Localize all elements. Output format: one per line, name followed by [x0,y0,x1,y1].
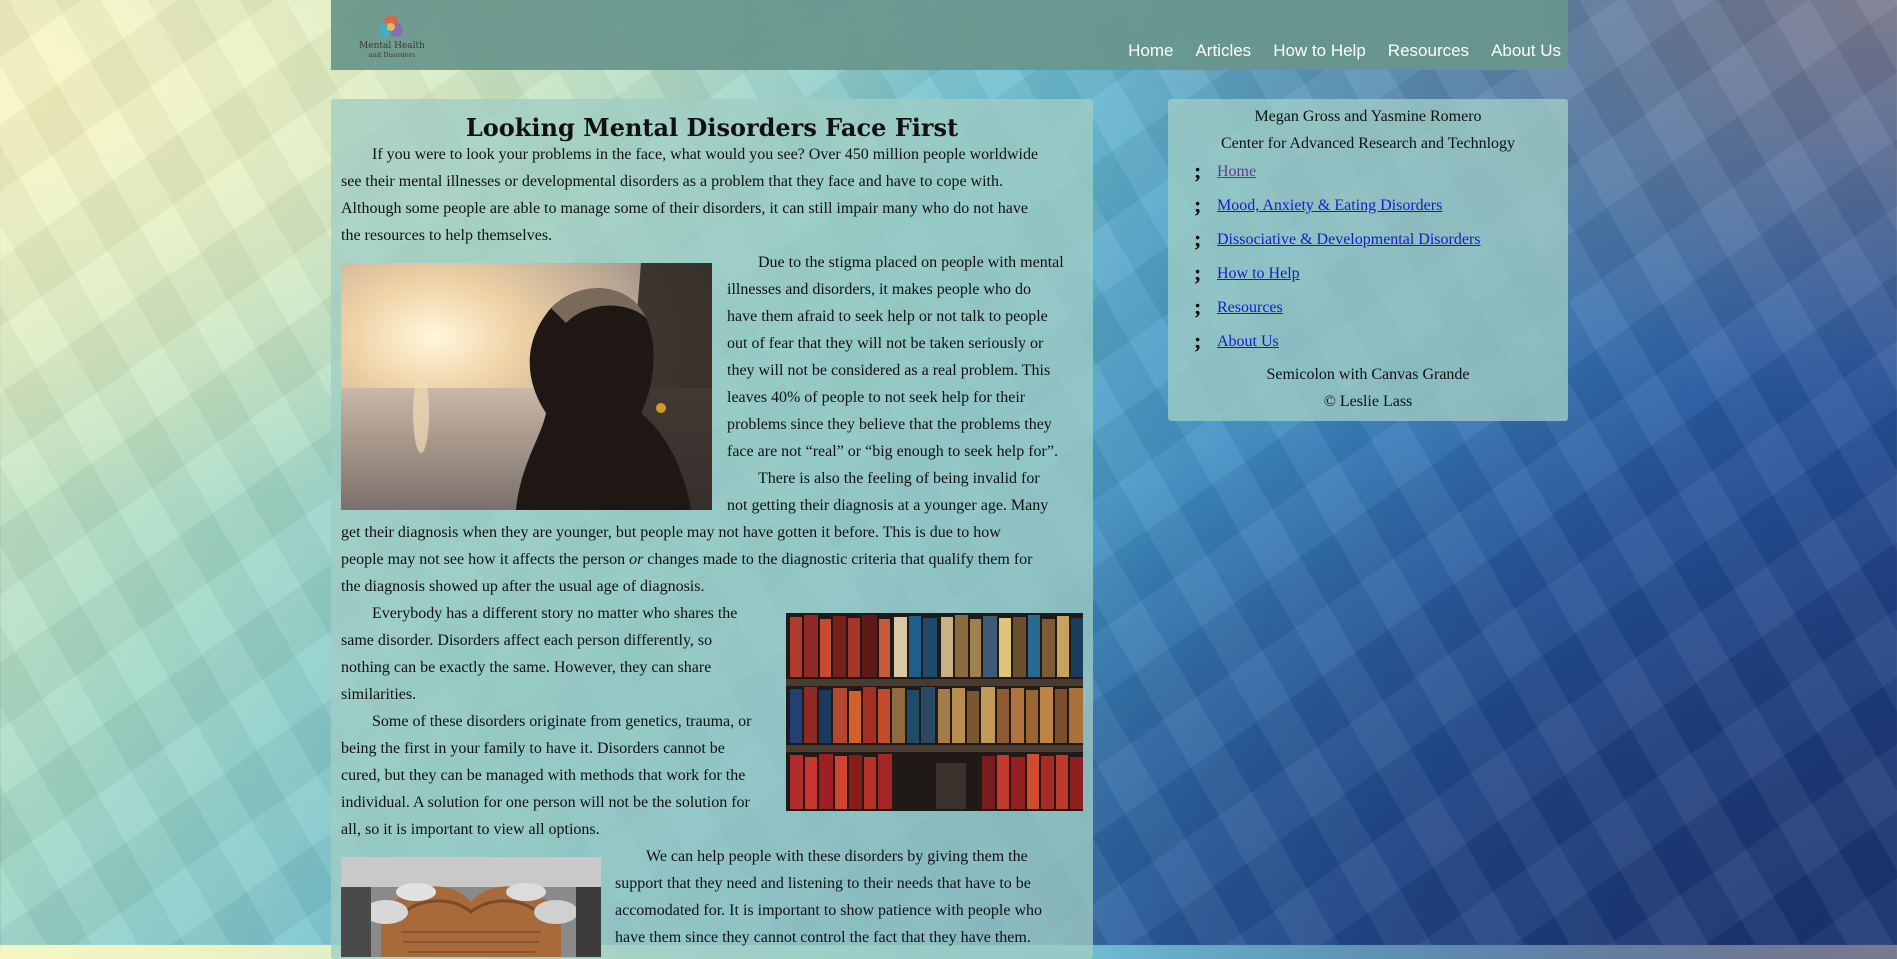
paragraph-line: they will not be considered as a real pr… [727,362,1051,379]
article-paragraph-6: We can help people with these disorders … [615,843,1091,951]
nav-about-us[interactable]: About Us [1491,40,1561,62]
paragraph-line: There is also the feeling of being inval… [758,470,1040,487]
sidebar-center-name: Center for Advanced Research and Technlo… [1220,135,1516,152]
paragraph-line: out of fear that they will not be taken … [727,335,1044,352]
paragraph-line: not getting their diagnosis at a younger… [727,497,1049,514]
article-paragraph-3: get their diagnosis when they are younge… [341,519,1091,600]
paragraph-line: Due to the stigma placed on people with … [758,254,1064,271]
paragraph-line: have them since they cannot control the … [615,929,1031,946]
paragraph-line: Some of these disorders originate from g… [372,713,752,730]
logo-subtitle: and Disorders [368,51,416,59]
paragraph-line: Everybody has a different story no matte… [372,605,738,622]
semicolon-bullet-icon: ; [1194,260,1202,285]
paragraph-line: leaves 40% of people to not seek help fo… [727,389,1026,406]
article-paragraph-5: Some of these disorders originate from g… [341,708,781,843]
sidebar-copyright: © Leslie Lass [1323,393,1413,410]
paragraph-line: have them afraid to seek help or not tal… [727,308,1048,325]
article-paragraph-4: Everybody has a different story no matte… [341,600,781,708]
hands-heart-image [341,857,601,957]
sidebar-credit: Semicolon with Canvas Grande [1266,366,1470,383]
top-nav: Home Articles How to Help Resources Abou… [1128,40,1568,62]
semicolon-bullet-icon: ; [1194,294,1202,319]
semicolon-bullet-icon: ; [1194,226,1202,251]
article-panel: Looking Mental Disorders Face First If y… [331,99,1093,959]
paragraph-line: same disorder. Disorders affect each per… [341,632,713,649]
article-paragraph-1: If you were to look your problems in the… [341,141,1091,249]
semicolon-bullet-icon: ; [1194,192,1202,217]
woman-sunset-image [341,263,712,510]
paragraph-line: support that they need and listening to … [615,875,1031,892]
paragraph-line: being the first in your family to have i… [341,740,725,757]
bookshelf-image [786,613,1083,811]
sidebar-link-dissociative-developmental[interactable]: Dissociative & Developmental Disorders [1217,230,1481,250]
paragraph-line: nothing can be exactly the same. However… [341,659,712,676]
site-header: Mental Health and Disorders Home Article… [331,0,1568,70]
paragraph-line: If you were to look your problems in the… [372,146,1039,163]
paragraph-line: Although some people are able to manage … [341,200,1028,217]
semicolon-bullet-icon: ; [1194,328,1202,353]
logo-title: Mental Health [359,41,425,51]
paragraph-line: illnesses and disorders, it makes people… [727,281,1031,298]
paragraph-line: the resources to help themselves. [341,227,553,244]
sidebar-authors: Megan Gross and Yasmine Romero [1254,108,1482,125]
article-title: Looking Mental Disorders Face First [465,113,959,142]
site-logo[interactable]: Mental Health and Disorders [357,12,427,64]
paragraph-line: individual. A solution for one person wi… [341,794,750,811]
paragraph-line: see their mental illnesses or developmen… [341,173,1003,190]
nav-home[interactable]: Home [1128,40,1173,62]
nav-resources[interactable]: Resources [1388,40,1469,62]
paragraph-line: similarities. [341,686,417,703]
paragraph-line: the diagnosis showed up after the usual … [341,578,705,595]
sidebar-link-about-us[interactable]: About Us [1217,332,1279,352]
sidebar-link-resources[interactable]: Resources [1217,298,1283,318]
paragraph-line: people may not see how it affects the pe… [341,551,626,568]
logo-mark-icon [379,15,403,37]
paragraph-line: face are not “real” or “big enough to se… [727,443,1058,460]
article-paragraph-2: Due to the stigma placed on people with … [727,249,1087,465]
nav-how-to-help[interactable]: How to Help [1273,40,1366,62]
paragraph-line: We can help people with these disorders … [646,848,1028,865]
paragraph-line: all, so it is important to view all opti… [341,821,600,838]
paragraph-line: cured, but they can be managed with meth… [341,767,746,784]
nav-articles[interactable]: Articles [1195,40,1251,62]
sidebar-link-mood-anxiety-eating[interactable]: Mood, Anxiety & Eating Disorders [1217,196,1442,216]
article-paragraph-3-wrap: There is also the feeling of being inval… [727,465,1087,519]
paragraph-line: problems since they believe that the pro… [727,416,1052,433]
paragraph-line: changes made to the diagnostic criteria … [647,551,1033,568]
paragraph-line: accomodated for. It is important to show… [615,902,1042,919]
paragraph-line: get their diagnosis when they are younge… [341,524,1001,541]
semicolon-bullet-icon: ; [1194,158,1202,183]
sidebar-panel: Megan Gross and Yasmine Romero Center fo… [1168,99,1568,421]
sidebar-link-how-to-help[interactable]: How to Help [1217,264,1300,284]
paragraph-emphasis: or [629,551,644,568]
sidebar-link-home[interactable]: Home [1217,162,1256,182]
